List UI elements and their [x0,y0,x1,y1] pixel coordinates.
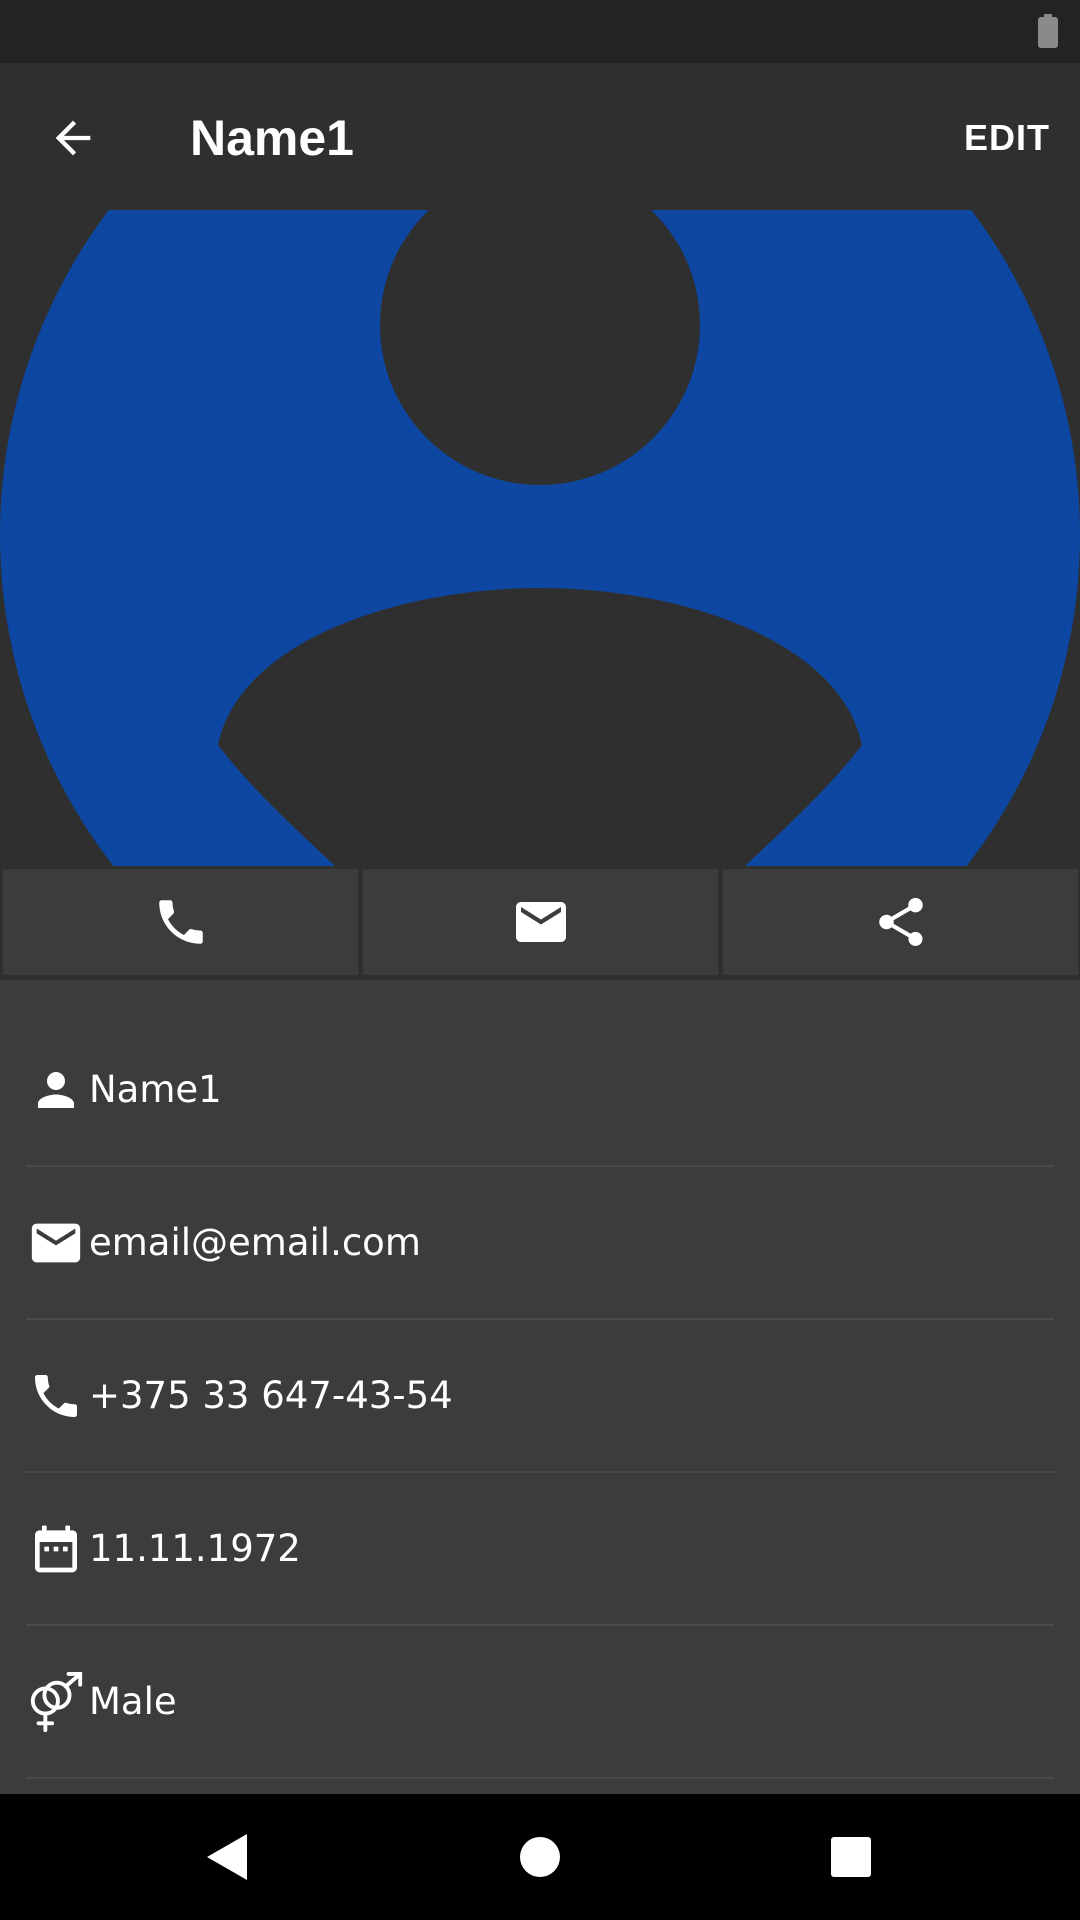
call-button[interactable] [3,869,358,975]
battery-icon [1038,14,1058,48]
detail-name-text: Name1 [89,1067,222,1111]
phone-icon [26,1366,86,1426]
detail-row-gender: Male [26,1626,1054,1779]
person-placeholder-icon [0,210,1080,866]
detail-row-name: Name1 [26,1014,1054,1167]
email-button[interactable] [363,869,718,975]
gender-icon [26,1671,86,1732]
email-icon [26,1213,86,1273]
share-button[interactable] [723,869,1078,975]
phone-icon [158,900,203,944]
detail-row-phone: +375 33 647-43-54 [26,1320,1054,1473]
square-recents-icon [831,1837,871,1877]
detail-phone-text: +375 33 647-43-54 [89,1373,453,1417]
nav-back-button[interactable] [193,1824,259,1890]
person-icon [26,1060,86,1120]
navigation-bar [0,1794,1080,1920]
detail-email-text: email@email.com [89,1220,421,1264]
detail-row-birthday: 11.11.1972 [26,1473,1054,1626]
avatar [0,210,1080,866]
arrow-left-icon [55,120,91,156]
nav-home-button[interactable] [507,1824,573,1890]
calendar-icon [26,1519,86,1579]
status-bar [0,0,1080,63]
edit-button[interactable]: EDIT [964,109,1050,167]
circle-home-icon [520,1837,560,1877]
share-icon [878,897,923,946]
app-bar: Name1 EDIT [0,63,1080,210]
detail-birthday-text: 11.11.1972 [89,1526,301,1570]
contact-details: Name1 email@email.com +375 33 647-43-54 … [0,980,1080,1794]
detail-row-email: email@email.com [26,1167,1054,1320]
action-row [0,866,1080,980]
page-title: Name1 [190,110,354,166]
email-icon [515,902,566,942]
detail-gender-text: Male [89,1679,177,1723]
back-button[interactable] [36,101,110,175]
nav-recents-button[interactable] [818,1824,884,1890]
triangle-back-icon [207,1834,247,1880]
